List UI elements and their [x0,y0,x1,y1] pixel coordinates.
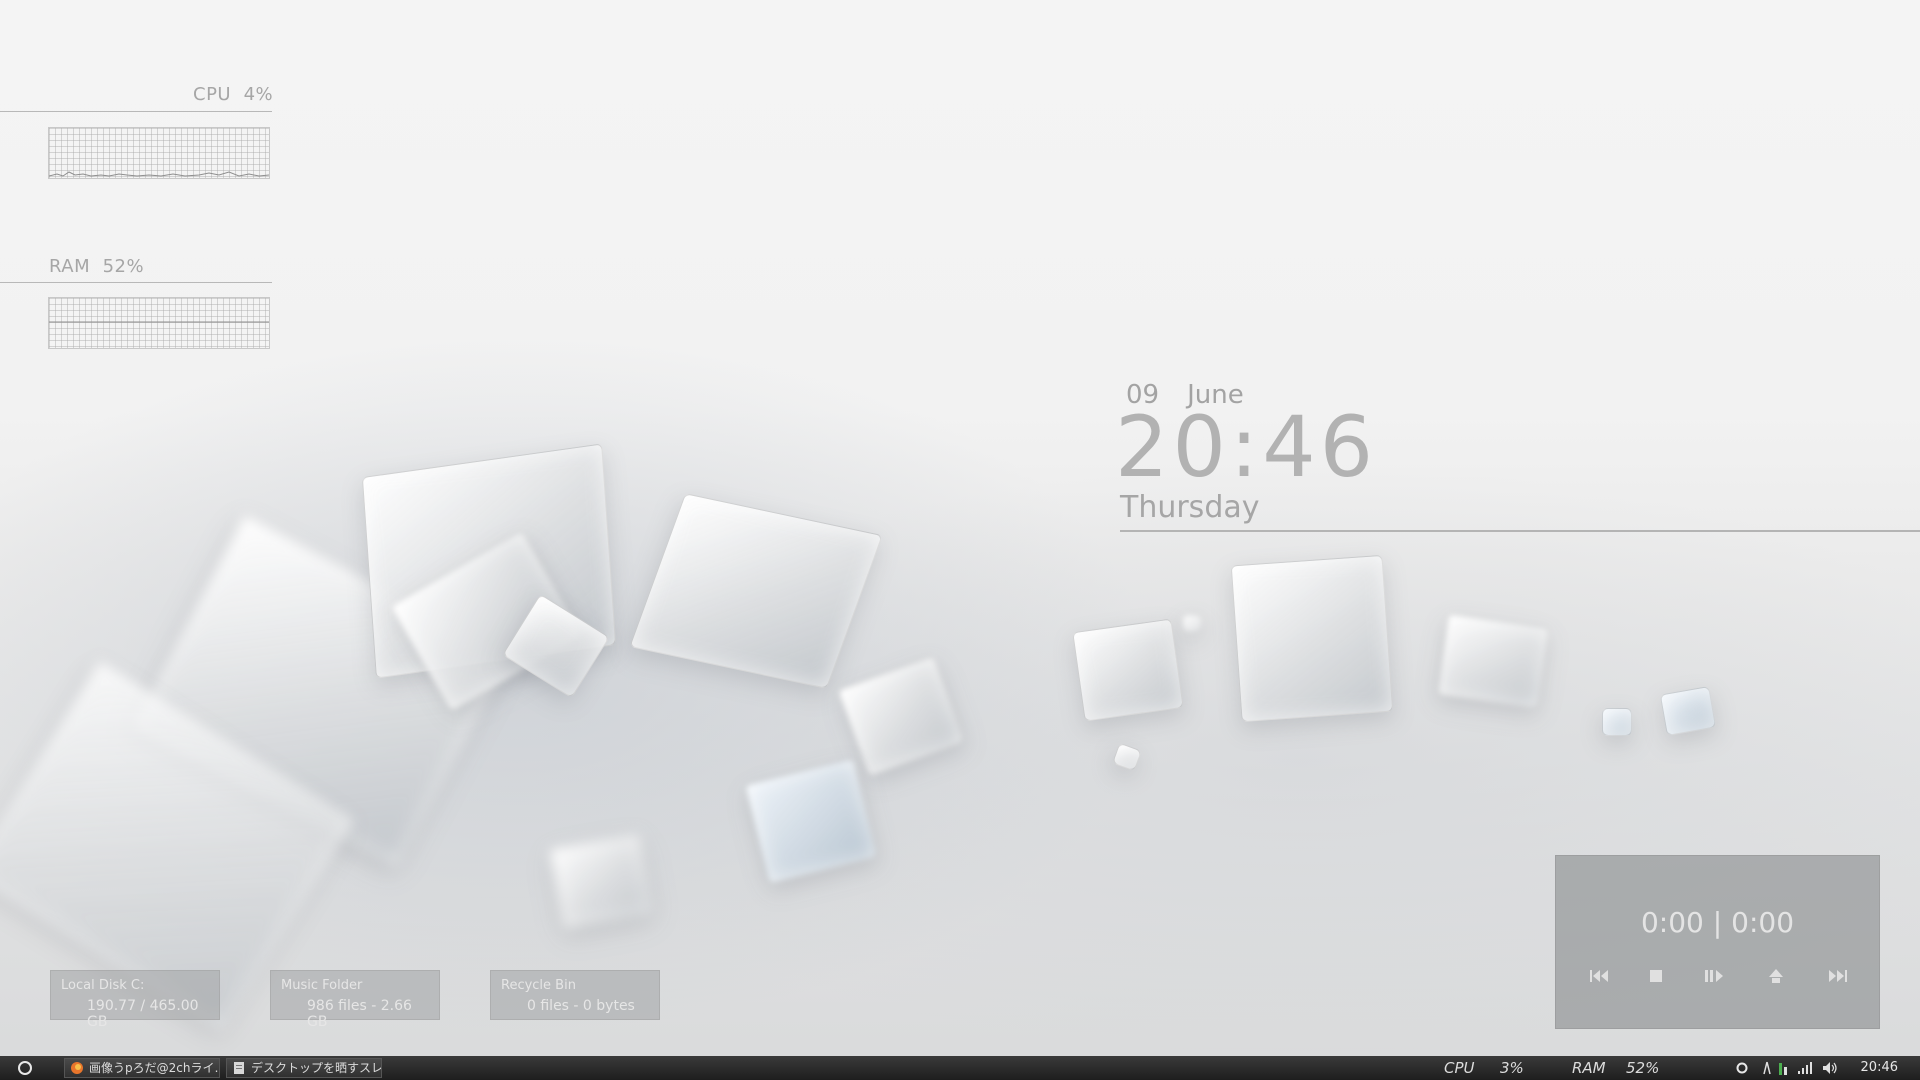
bars-icon[interactable] [1798,1062,1812,1074]
clock-time: 20:46 [1115,398,1378,496]
taskbar-cpu-value: 3% [1500,1059,1524,1077]
shortcut-title: Local Disk C: [61,978,145,993]
stop-button[interactable] [1642,964,1670,988]
shortcut-title: Recycle Bin [501,978,576,993]
taskbar-task-label: デスクトップを晒すスレ… [251,1061,382,1075]
cpu-graph [48,127,270,179]
desktop: CPU 4% RAM 52% 09 June 20:46 Thursday Lo… [0,0,1920,1056]
cpu-meter-label: CPU 4% [193,84,273,105]
ram-graph-line [49,321,269,323]
shortcut-detail: 190.77 / 465.00 GB [87,998,199,1030]
cpu-value: 4% [243,84,274,105]
cpu-label: CPU [193,84,232,105]
shortcut-title: Music Folder [281,978,363,993]
taskbar-ram-label: RAM [1572,1059,1606,1077]
eject-icon [1769,969,1783,983]
player-elapsed: 0:00 [1640,906,1704,939]
ram-value: 52% [102,256,145,277]
ram-divider [0,282,272,283]
player-total: 0:00 [1731,906,1795,939]
taskbar-task-browser[interactable]: 画像うpろだ@2chライ… [64,1058,220,1078]
circle-icon[interactable] [1736,1062,1748,1074]
clock-divider [1120,530,1920,532]
media-player: 0:00 | 0:00 [1555,855,1880,1029]
document-icon [234,1062,244,1074]
shortcut-music-folder[interactable]: Music Folder 986 files - 2.66 GB [270,970,440,1030]
cpu-divider [0,111,272,112]
play-pause-icon [1705,970,1723,982]
volume-icon[interactable] [1822,1061,1838,1075]
shortcut-recycle-bin[interactable]: Recycle Bin 0 files - 0 bytes [490,970,660,1020]
eject-button[interactable] [1762,964,1790,988]
player-time: 0:00 | 0:00 [1556,906,1879,939]
previous-icon [1590,970,1608,982]
next-icon [1829,970,1847,982]
taskbar-task-label: 画像うpろだ@2chライ… [89,1061,220,1075]
cpu-graph-line [49,171,269,177]
play-pause-button[interactable] [1700,964,1728,988]
taskbar-ram-value: 52% [1626,1059,1660,1077]
previous-button[interactable] [1586,964,1614,988]
taskbar: 画像うpろだ@2chライ… デスクトップを晒すスレ… CPU 3% RAM 52… [0,1056,1920,1080]
start-button[interactable] [18,1061,32,1075]
ram-meter-label: RAM 52% [49,256,144,277]
taskbar-task-document[interactable]: デスクトップを晒すスレ… [226,1058,382,1078]
shortcut-local-disk[interactable]: Local Disk C: 190.77 / 465.00 GB [50,970,220,1030]
signal-icon[interactable] [1778,1061,1788,1075]
shortcut-detail: 0 files - 0 bytes [527,998,635,1014]
network-icon[interactable] [1762,1061,1772,1075]
taskbar-clock[interactable]: 20:46 [1861,1060,1898,1075]
ram-graph [48,297,270,349]
player-separator: | [1712,906,1723,939]
shortcut-detail: 986 files - 2.66 GB [307,998,412,1030]
taskbar-cpu-label: CPU [1444,1059,1475,1077]
next-button[interactable] [1823,964,1851,988]
stop-icon [1650,970,1662,982]
clock-weekday: Thursday [1120,490,1260,525]
firefox-icon [71,1062,83,1074]
ram-label: RAM [49,256,91,277]
system-tray [1736,1060,1838,1076]
